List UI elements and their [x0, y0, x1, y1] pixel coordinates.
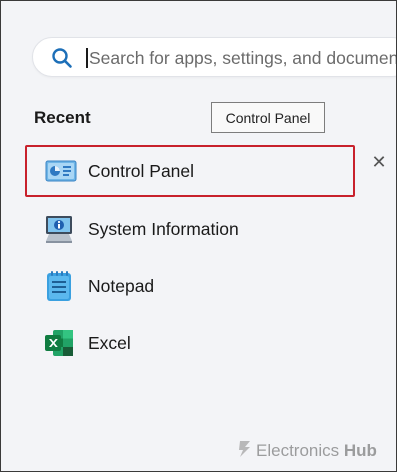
recent-item-label: Excel — [88, 332, 131, 353]
watermark-text: Electronics Hub — [256, 441, 377, 460]
close-icon: ✕ — [371, 151, 387, 172]
excel-icon — [43, 327, 75, 359]
recent-item-label: Control Panel — [88, 160, 195, 181]
electronicshub-logo-icon — [237, 439, 253, 464]
remove-recent-button[interactable]: ✕ — [369, 152, 389, 172]
start-search-panel: Recent Control Panel Control Panel ✕ — [0, 0, 397, 472]
recent-item-label: System Information — [88, 218, 239, 239]
system-information-icon — [43, 213, 75, 245]
notepad-icon — [43, 270, 75, 302]
recent-item-system-information[interactable]: System Information — [25, 203, 355, 255]
recent-item-notepad[interactable]: Notepad — [25, 260, 355, 312]
recent-section-title: Recent — [34, 108, 91, 127]
control-panel-icon — [45, 155, 77, 187]
recent-item-excel[interactable]: Excel — [25, 317, 355, 369]
watermark: Electronics Hub — [237, 439, 377, 463]
recent-item-control-panel[interactable]: Control Panel — [25, 145, 355, 197]
tooltip: Control Panel — [211, 102, 325, 133]
search-icon — [51, 47, 73, 69]
search-box[interactable] — [32, 37, 396, 77]
search-input[interactable] — [89, 42, 396, 74]
recent-item-label: Notepad — [88, 275, 155, 296]
text-caret — [86, 48, 88, 68]
